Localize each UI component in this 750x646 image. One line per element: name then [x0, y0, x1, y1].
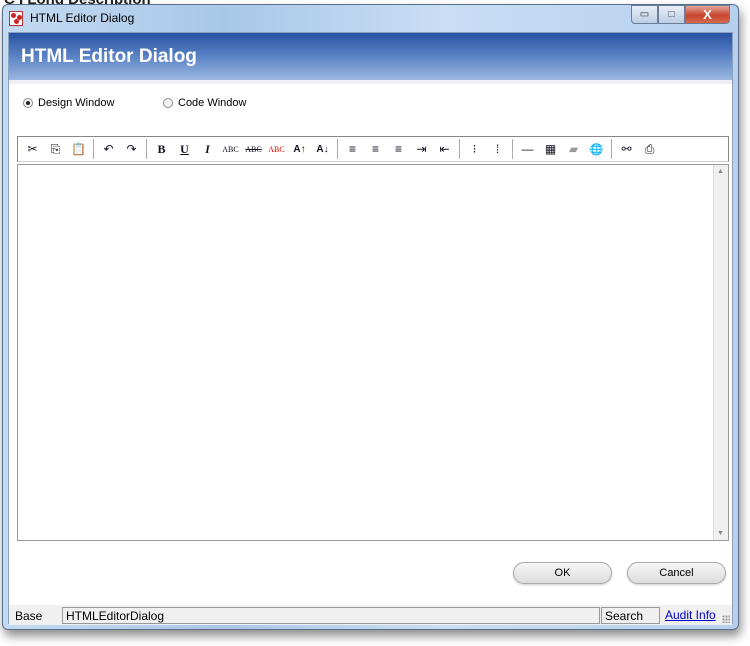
abc-icon[interactable]: ABC	[219, 138, 242, 160]
resize-grip-icon[interactable]	[722, 615, 730, 623]
header-title: HTML Editor Dialog	[21, 46, 197, 67]
dialog-header: HTML Editor Dialog	[9, 33, 732, 80]
audit-info-link[interactable]: Audit Info	[665, 608, 716, 622]
strikethrough-icon[interactable]: ABC	[242, 138, 265, 160]
status-label: Base	[15, 609, 43, 623]
copy-icon[interactable]: ⎘	[44, 138, 67, 160]
minimize-button[interactable]: ▭	[631, 5, 658, 24]
image-icon[interactable]: ▰	[562, 138, 585, 160]
toolbar-separator	[93, 139, 94, 159]
maximize-button[interactable]: □	[658, 5, 685, 24]
design-window-radio[interactable]: Design Window	[23, 97, 114, 109]
undo-icon[interactable]: ↶	[97, 138, 120, 160]
bulleted-list-icon[interactable]: ⁝	[463, 138, 486, 160]
radio-unselected-icon	[163, 98, 173, 108]
app-icon	[9, 11, 23, 26]
radio-label: Code Window	[178, 97, 247, 109]
bold-icon[interactable]: B	[150, 138, 173, 160]
scroll-down-icon[interactable]: ▼	[717, 530, 724, 537]
paste-icon[interactable]: 📋	[67, 138, 90, 160]
radio-label: Design Window	[38, 97, 115, 109]
search-field[interactable]: Search	[601, 607, 660, 624]
globe-link-icon[interactable]: 🌐	[585, 138, 608, 160]
align-right-icon[interactable]: ≡	[387, 138, 410, 160]
scroll-up-icon[interactable]: ▲	[717, 168, 724, 175]
code-window-radio[interactable]: Code Window	[163, 97, 246, 109]
sort-ascending-icon[interactable]: A↑	[288, 138, 311, 160]
find-binoculars-icon[interactable]: ⚯	[615, 138, 638, 160]
title-bar[interactable]: HTML Editor Dialog ▭ □ X	[3, 5, 738, 32]
ok-button[interactable]: OK	[513, 562, 612, 584]
outdent-icon[interactable]: ⇤	[433, 138, 456, 160]
indent-icon[interactable]: ⇥	[410, 138, 433, 160]
dialog-client: HTML Editor Dialog Design Window Code Wi…	[8, 32, 733, 625]
close-button[interactable]: X	[685, 5, 730, 24]
cancel-button[interactable]: Cancel	[627, 562, 726, 584]
window-title: HTML Editor Dialog	[30, 11, 135, 25]
underline-icon[interactable]: U	[173, 138, 196, 160]
align-center-icon[interactable]: ≡	[364, 138, 387, 160]
vertical-scrollbar[interactable]: ▲ ▼	[713, 165, 728, 540]
toolbar-separator	[512, 139, 513, 159]
italic-icon[interactable]: I	[196, 138, 219, 160]
redo-icon[interactable]: ↷	[120, 138, 143, 160]
cut-icon[interactable]: ✂	[21, 138, 44, 160]
toolbar-separator	[146, 139, 147, 159]
numbered-list-icon[interactable]: ⁞	[486, 138, 509, 160]
print-icon[interactable]: ⎙	[638, 138, 661, 160]
formatting-toolbar: ✂ ⎘ 📋 ↶ ↷ B U I ABC ABC ABC A↑ A↓ ≡ ≡ ≡ ⇥ ⇤ ⁝ ⁞ — ▦ ▰ 🌐 ⚯ ⎙	[17, 136, 729, 162]
sort-descending-icon[interactable]: A↓	[311, 138, 334, 160]
form-name-field: HTMLEditorDialog	[62, 607, 600, 624]
status-bar: Base HTMLEditorDialog Search Audit Info	[9, 605, 732, 625]
html-editor-window: HTML Editor Dialog ▭ □ X HTML Editor Dia…	[2, 4, 739, 630]
toolbar-separator	[337, 139, 338, 159]
spellcheck-icon[interactable]: ABC	[265, 138, 288, 160]
html-editor-area[interactable]: ▲ ▼	[17, 164, 729, 541]
toolbar-separator	[611, 139, 612, 159]
header-divider	[9, 80, 732, 84]
table-icon[interactable]: ▦	[539, 138, 562, 160]
horizontal-rule-icon[interactable]: —	[516, 138, 539, 160]
toolbar-separator	[459, 139, 460, 159]
radio-selected-icon	[23, 98, 33, 108]
align-left-icon[interactable]: ≡	[341, 138, 364, 160]
